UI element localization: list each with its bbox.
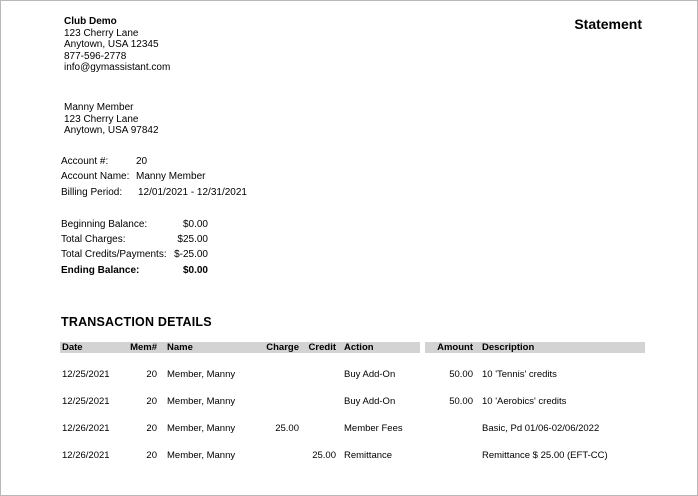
cell-description: 10 'Tennis' credits: [482, 369, 557, 380]
cell-date: 12/26/2021: [62, 450, 110, 461]
member-address-line2: Anytown, USA 97842: [64, 125, 159, 136]
total-charges-label: Total Charges:: [61, 234, 126, 245]
cell-action: Member Fees: [344, 423, 403, 434]
cell-action: Buy Add-On: [344, 396, 396, 407]
col-header-description: Description: [482, 342, 535, 353]
cell-mem: 20: [146, 396, 157, 407]
col-header-name: Name: [167, 342, 193, 353]
statement-title: Statement: [574, 16, 642, 32]
cell-credit: 25.00: [312, 450, 336, 461]
club-address-line2: Anytown, USA 12345: [64, 39, 159, 50]
ending-balance-label: Ending Balance:: [61, 265, 140, 276]
cell-amount: 50.00: [449, 396, 473, 407]
club-name: Club Demo: [64, 16, 117, 27]
beginning-balance-value: $0.00: [182, 219, 208, 230]
col-header-charge: Charge: [266, 342, 299, 353]
col-header-amount: Amount: [437, 342, 473, 353]
col-header-mem: Mem#: [130, 342, 157, 353]
cell-amount: 50.00: [449, 369, 473, 380]
cell-name: Member, Manny: [167, 423, 236, 434]
cell-mem: 20: [146, 423, 157, 434]
col-header-action: Action: [344, 342, 374, 353]
member-address-line1: 123 Cherry Lane: [64, 113, 139, 125]
cell-name: Member, Manny: [167, 450, 236, 461]
cell-name: Member, Manny: [167, 396, 236, 407]
col-header-date: Date: [62, 342, 83, 353]
col-header-credit: Credit: [308, 342, 336, 353]
total-credits-value: $-25.00: [174, 249, 208, 260]
account-name-value: Manny Member: [136, 171, 206, 182]
billing-period-label: Billing Period:: [61, 187, 123, 198]
statement-page: Club Demo 123 Cherry Lane Anytown, USA 1…: [0, 0, 698, 496]
cell-date: 12/25/2021: [62, 369, 110, 380]
total-charges-value: $25.00: [177, 234, 208, 245]
account-number-value: 20: [136, 156, 148, 167]
member-name: Manny Member: [64, 102, 134, 113]
cell-description: Remittance $ 25.00 (EFT-CC): [482, 450, 608, 461]
billing-period-value: 12/01/2021 - 12/31/2021: [138, 187, 247, 198]
total-credits-label: Total Credits/Payments:: [61, 249, 167, 260]
cell-description: Basic, Pd 01/06-02/06/2022: [482, 423, 600, 434]
ending-balance-value: $0.00: [182, 265, 208, 276]
club-phone: 877-596-2778: [64, 50, 127, 62]
club-email: info@gymassistant.com: [64, 62, 171, 73]
cell-charge: 25.00: [275, 423, 299, 434]
account-name-label: Account Name:: [61, 171, 130, 182]
cell-action: Remittance: [344, 450, 393, 461]
club-address-line1: 123 Cherry Lane: [64, 27, 139, 39]
cell-action: Buy Add-On: [344, 369, 396, 380]
beginning-balance-label: Beginning Balance:: [61, 219, 148, 230]
cell-name: Member, Manny: [167, 369, 236, 380]
cell-date: 12/25/2021: [62, 396, 110, 407]
cell-mem: 20: [146, 450, 157, 461]
transaction-details-title: TRANSACTION DETAILS: [61, 315, 212, 329]
cell-description: 10 'Aerobics' credits: [482, 396, 567, 407]
cell-date: 12/26/2021: [62, 423, 110, 434]
cell-mem: 20: [146, 369, 157, 380]
account-number-label: Account #:: [61, 156, 109, 167]
